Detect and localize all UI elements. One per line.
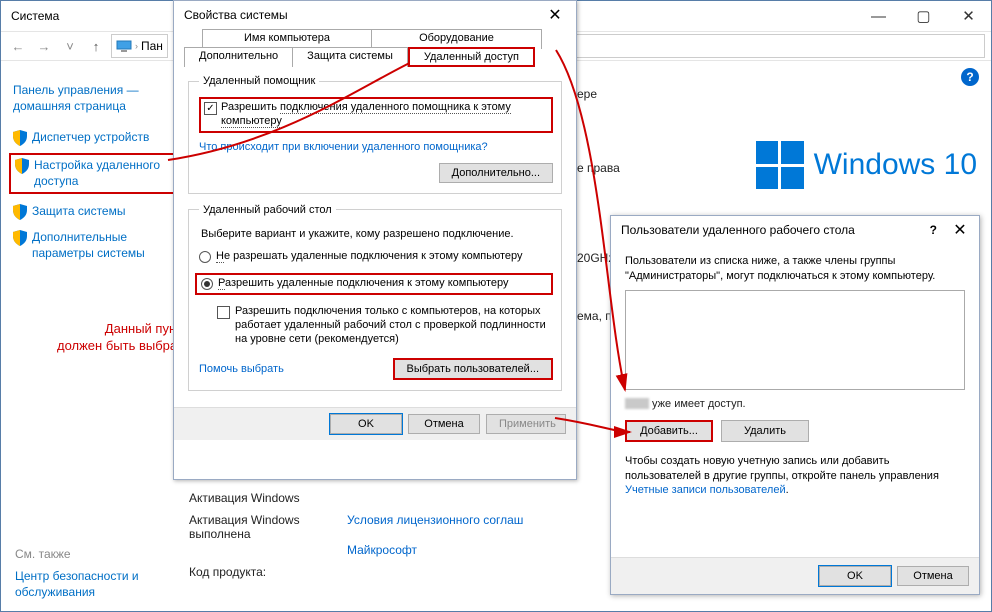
- select-users-button[interactable]: Выбрать пользователей...: [393, 358, 554, 380]
- dlg2-intro: Пользователи из списка ниже, а также чле…: [625, 254, 965, 284]
- windows-icon: [756, 141, 804, 189]
- activation-section: Активация Windows Активация Windows выпо…: [189, 491, 523, 587]
- ok-button[interactable]: OK: [819, 566, 891, 586]
- text-fragment: ере: [577, 87, 620, 101]
- system-properties-dialog: Свойства системы ✕ Имя компьютера Оборуд…: [173, 0, 577, 480]
- dropdown-history-icon[interactable]: ˅: [59, 35, 81, 57]
- checkbox-icon[interactable]: [217, 306, 230, 319]
- users-listbox[interactable]: [625, 290, 965, 390]
- sidebar-item-advanced[interactable]: Дополнительные параметры системы: [13, 230, 173, 261]
- shield-icon: [13, 204, 27, 220]
- sidebar-item-remote[interactable]: Настройка удаленного доступа: [9, 153, 177, 194]
- what-happens-link[interactable]: Что происходит при включении удаленного …: [199, 141, 488, 153]
- tab-hardware[interactable]: Оборудование: [372, 29, 542, 49]
- checkbox-icon[interactable]: ✓: [204, 102, 217, 115]
- dlg2-note: Чтобы создать новую учетную запись или д…: [625, 454, 965, 499]
- annotation-line: Данный пункт: [57, 321, 188, 338]
- window-controls: — ▢ ✕: [856, 1, 991, 31]
- sidebar-item-label: Защита системы: [32, 204, 125, 220]
- windows10-text: Windows 10: [814, 148, 977, 182]
- dlg1-body: Удаленный помощник ✓ Разрешить подключен…: [174, 69, 576, 407]
- sidebar-item-label: Дополнительные параметры системы: [32, 230, 173, 261]
- up-arrow-icon[interactable]: ↑: [85, 35, 107, 57]
- remote-assistance-group: Удаленный помощник ✓ Разрешить подключен…: [188, 75, 562, 194]
- shield-icon: [15, 158, 29, 174]
- product-code-label: Код продукта:: [189, 565, 347, 579]
- sidebar-item-protection[interactable]: Защита системы: [13, 204, 173, 220]
- see-also-label: См. также: [15, 547, 71, 561]
- annotation-text: Данный пункт должен быть выбран!: [57, 321, 188, 355]
- dlg2-buttons: OK Отмена: [611, 557, 979, 594]
- advanced-button[interactable]: Дополнительно...: [439, 163, 553, 183]
- tab-computer-name[interactable]: Имя компьютера: [202, 29, 372, 49]
- sidebar-home[interactable]: Панель управления — домашняя страница: [13, 83, 173, 114]
- activation-terms: Условия лицензионного соглаш: [347, 513, 523, 541]
- remote-desktop-group: Удаленный рабочий стол Выберите вариант …: [188, 204, 562, 392]
- radio-label: Разрешить удаленные подключения к этому …: [218, 277, 509, 291]
- remote-users-dialog: Пользователи удаленного рабочего стола ?…: [610, 215, 980, 595]
- activation-status-label: Активация Windows выполнена: [189, 513, 347, 541]
- dlg2-titlebar: Пользователи удаленного рабочего стола ?…: [611, 216, 979, 244]
- sidebar-item-label: Настройка удаленного доступа: [34, 158, 171, 189]
- text-fragment: е права: [577, 161, 620, 175]
- windows10-logo: Windows 10: [756, 141, 977, 189]
- radio-icon[interactable]: [199, 251, 211, 263]
- nla-checkbox-row[interactable]: Разрешить подключения только с компьютер…: [217, 305, 553, 346]
- help-icon[interactable]: ?: [961, 68, 979, 86]
- group-legend: Удаленный помощник: [199, 75, 319, 87]
- user-accounts-link[interactable]: Учетные записи пользователей: [625, 484, 786, 496]
- radio-deny[interactable]: ННе разрешать удаленные подключения к эт…: [199, 250, 553, 264]
- rdp-description: Выберите вариант и укажите, кому разреше…: [201, 228, 553, 240]
- help-choose-link[interactable]: Помочь выбрать: [199, 363, 284, 375]
- checkbox-label: Разрешить подключения удаленного помощни…: [221, 101, 511, 129]
- sidebar: Панель управления — домашняя страница Ди…: [13, 83, 173, 272]
- activation-heading: Активация Windows: [189, 491, 523, 505]
- ok-button[interactable]: OK: [330, 414, 402, 434]
- apply-button[interactable]: Применить: [486, 414, 566, 434]
- dlg1-title-text: Свойства системы: [184, 8, 288, 22]
- close-button[interactable]: ✕: [540, 5, 570, 25]
- cancel-button[interactable]: Отмена: [408, 414, 480, 434]
- radio-allow[interactable]: Разрешить удаленные подключения к этому …: [195, 273, 553, 295]
- maximize-button[interactable]: ▢: [901, 1, 946, 31]
- breadcrumb-text: Пан: [141, 39, 163, 53]
- radio-label: ННе разрешать удаленные подключения к эт…: [216, 250, 523, 264]
- back-arrow-icon[interactable]: ←: [7, 35, 29, 57]
- dlg1-titlebar: Свойства системы ✕: [174, 1, 576, 29]
- tab-protection[interactable]: Защита системы: [293, 47, 408, 67]
- sidebar-item-label: Диспетчер устройств: [32, 130, 149, 146]
- allow-assistance-checkbox-row[interactable]: ✓ Разрешить подключения удаленного помощ…: [199, 97, 553, 133]
- has-access-label: уже имеет доступ.: [625, 398, 965, 410]
- minimize-button[interactable]: —: [856, 1, 901, 31]
- cancel-button[interactable]: Отмена: [897, 566, 969, 586]
- close-button[interactable]: ✕: [946, 1, 991, 31]
- help-button[interactable]: ?: [930, 223, 937, 237]
- tab-advanced[interactable]: Дополнительно: [184, 47, 293, 67]
- shield-icon: [13, 130, 27, 146]
- close-button[interactable]: ✕: [945, 220, 975, 240]
- checkbox-label: Разрешить подключения только с компьютер…: [235, 305, 553, 346]
- annotation-line: должен быть выбран!: [57, 338, 188, 355]
- shield-icon: [13, 230, 27, 246]
- microsoft-link[interactable]: Майкрософт: [347, 543, 417, 557]
- sidebar-item-device-manager[interactable]: Диспетчер устройств: [13, 130, 173, 146]
- dlg1-buttons: OK Отмена Применить: [174, 407, 576, 440]
- dlg2-body: Пользователи из списка ниже, а также чле…: [611, 244, 979, 508]
- remove-button[interactable]: Удалить: [721, 420, 809, 442]
- tab-strip: Имя компьютера Оборудование Дополнительн…: [182, 29, 568, 69]
- add-button[interactable]: Добавить...: [625, 420, 713, 442]
- radio-icon[interactable]: [201, 278, 213, 290]
- forward-arrow-icon[interactable]: →: [33, 35, 55, 57]
- dlg2-title-text: Пользователи удаленного рабочего стола: [621, 223, 855, 237]
- security-center-link[interactable]: Центр безопасности и обслуживания: [15, 569, 165, 600]
- chevron-right-icon: ›: [135, 41, 138, 51]
- tab-remote[interactable]: Удаленный доступ: [408, 47, 535, 67]
- license-terms-link[interactable]: Условия лицензионного соглаш: [347, 513, 523, 527]
- group-legend: Удаленный рабочий стол: [199, 204, 336, 216]
- main-title: Система: [11, 9, 59, 23]
- breadcrumb[interactable]: › Пан: [111, 34, 168, 58]
- blurred-username: [625, 398, 649, 409]
- monitor-icon: [116, 40, 132, 52]
